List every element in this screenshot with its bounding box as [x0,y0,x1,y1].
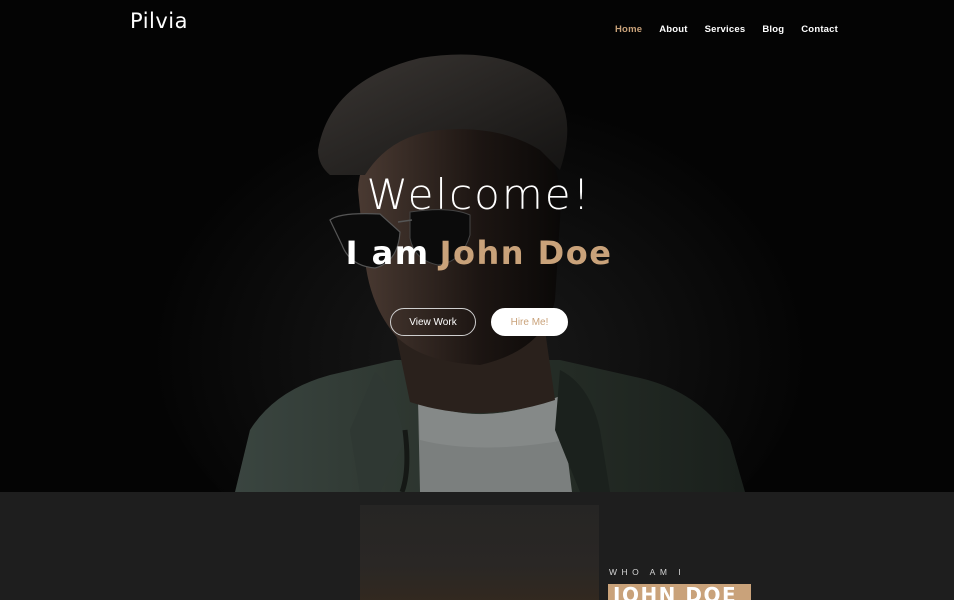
page: Pilvia Home About Services Blog Contact … [0,0,954,600]
brand-logo[interactable]: Pilvia [130,9,188,33]
nav-item-contact: Contact [801,19,838,37]
nav-link-home[interactable]: Home [615,24,642,35]
about-section: WHO AM I JOHN DOE [0,492,954,600]
view-work-button[interactable]: View Work [390,308,476,336]
nav-item-home: Home [615,19,642,37]
nav-link-services[interactable]: Services [705,24,746,35]
nav-link-about[interactable]: About [659,24,687,35]
about-name-text: JOHN DOE [613,584,738,600]
nav-item-services: Services [705,19,746,37]
main-menu: Home About Services Blog Contact [615,19,855,37]
hire-me-button[interactable]: Hire Me! [491,308,568,336]
hero-welcome-heading: Welcome! [366,170,592,219]
hero-intro-text: I am [345,234,430,272]
nav-link-contact[interactable]: Contact [801,24,838,35]
top-navbar: Pilvia Home About Services Blog Contact [0,0,954,48]
hero-headline: I am John Doe [0,234,954,272]
nav-item-blog: Blog [762,19,784,37]
nav-link-blog[interactable]: Blog [762,24,784,35]
about-name-badge: JOHN DOE [608,584,751,600]
about-eyebrow-label: WHO AM I [609,567,686,577]
nav-item-about: About [659,19,687,37]
about-portrait-image [360,505,599,600]
hero-name-text: John Doe [439,234,613,272]
